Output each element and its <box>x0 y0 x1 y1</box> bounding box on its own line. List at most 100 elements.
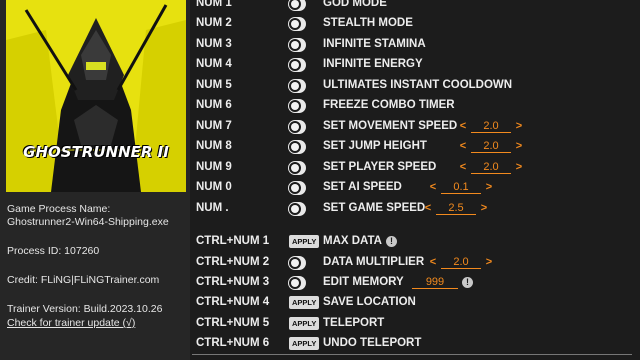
toggle-switch[interactable] <box>288 79 306 93</box>
decrease-arrow[interactable]: < <box>458 120 468 132</box>
cheat-label-text: MAX DATA <box>323 235 382 247</box>
toggle-switch[interactable] <box>288 58 306 72</box>
memory-value-input[interactable]: 999 <box>412 276 458 289</box>
cheat-label: MAX DATA! <box>323 235 397 247</box>
cheat-row: NUM . SET GAME SPEED <2.5 > <box>190 199 640 219</box>
apply-button[interactable]: APPLY <box>289 296 320 309</box>
toggle-switch[interactable] <box>288 256 306 270</box>
value-spinner: <2.0 > <box>458 140 524 153</box>
cheat-row: NUM 2 STEALTH MODE <box>190 14 640 34</box>
hotkey-label: CTRL+NUM 2 <box>196 256 270 268</box>
info-icon[interactable]: ! <box>385 236 397 247</box>
increase-arrow[interactable]: > <box>514 140 524 152</box>
cheat-label: SET GAME SPEED <box>323 202 426 214</box>
cheat-label: SET MOVEMENT SPEED <box>323 120 458 132</box>
toggle-switch[interactable] <box>288 202 306 216</box>
cheat-label: UNDO TELEPORT <box>323 337 421 349</box>
toggle-switch[interactable] <box>288 17 306 31</box>
increase-arrow[interactable]: > <box>484 256 494 268</box>
toggle-switch[interactable] <box>288 120 306 134</box>
cheat-row: NUM 6 FREEZE COMBO TIMER <box>190 96 640 116</box>
credit-text: Credit: FLiNG|FLiNGTrainer.com <box>7 274 160 286</box>
cheat-label: SAVE LOCATION <box>323 296 416 308</box>
apply-button[interactable]: APPLY <box>289 337 320 350</box>
ctrl-cheat-row: CTRL+NUM 3 EDIT MEMORY 999! <box>190 273 640 293</box>
cheat-label: STEALTH MODE <box>323 17 413 29</box>
hotkey-label: NUM . <box>196 202 229 214</box>
increase-arrow[interactable]: > <box>514 120 524 132</box>
memory-value-field: 999! <box>412 276 473 289</box>
toggle-knob <box>291 123 299 131</box>
toggle-switch[interactable] <box>288 276 306 290</box>
toggle-knob <box>291 102 299 110</box>
toggle-knob <box>291 259 299 267</box>
value-input[interactable]: 2.5 <box>436 202 476 215</box>
toggle-switch[interactable] <box>288 0 306 11</box>
hotkey-label: CTRL+NUM 6 <box>196 337 270 349</box>
ctrl-cheat-row: CTRL+NUM 1 APPLY MAX DATA! <box>190 232 640 252</box>
toggle-switch[interactable] <box>288 140 306 154</box>
apply-button[interactable]: APPLY <box>289 235 320 248</box>
decrease-arrow[interactable]: < <box>423 202 433 214</box>
cheat-row: NUM 1 GOD MODE <box>190 0 640 14</box>
toggle-switch[interactable] <box>288 161 306 175</box>
hotkey-label: CTRL+NUM 3 <box>196 276 270 288</box>
value-input[interactable]: 0.1 <box>441 181 481 194</box>
cheat-label: DATA MULTIPLIER <box>323 256 424 268</box>
hotkey-label: NUM 6 <box>196 99 232 111</box>
increase-arrow[interactable]: > <box>479 202 489 214</box>
cheat-row: NUM 7 SET MOVEMENT SPEED <2.0 > <box>190 117 640 137</box>
cheat-label: SET JUMP HEIGHT <box>323 140 427 152</box>
process-name-label: Game Process Name: <box>7 203 111 215</box>
toggle-knob <box>291 82 299 90</box>
decrease-arrow[interactable]: < <box>428 256 438 268</box>
cheat-label: SET PLAYER SPEED <box>323 161 437 173</box>
cheat-row: NUM 4 INFINITE ENERGY <box>190 55 640 75</box>
toggle-switch[interactable] <box>288 38 306 52</box>
left-panel: GHOSTRUNNER II Game Process Name: Ghostr… <box>0 0 190 360</box>
cheat-row: NUM 3 INFINITE STAMINA <box>190 35 640 55</box>
cheat-label: INFINITE ENERGY <box>323 58 423 70</box>
value-input[interactable]: 2.0 <box>471 140 511 153</box>
value-input[interactable]: 2.0 <box>471 120 511 133</box>
toggle-knob <box>291 61 299 69</box>
cheat-label-text: TELEPORT <box>323 317 385 329</box>
value-spinner: <2.0 > <box>458 120 524 133</box>
cheat-label: SET AI SPEED <box>323 181 402 193</box>
hotkey-label: NUM 1 <box>196 0 232 9</box>
value-input[interactable]: 2.0 <box>441 256 481 269</box>
hotkey-label: NUM 7 <box>196 120 232 132</box>
cheat-label-text: SAVE LOCATION <box>323 296 416 308</box>
toggle-switch[interactable] <box>288 99 306 113</box>
toggle-knob <box>291 20 299 28</box>
ctrl-cheat-row: CTRL+NUM 2 DATA MULTIPLIER <2.0 > <box>190 253 640 273</box>
cheat-label: FREEZE COMBO TIMER <box>323 99 455 111</box>
info-icon[interactable]: ! <box>462 277 473 288</box>
process-name-value: Ghostrunner2-Win64-Shipping.exe <box>7 216 169 228</box>
apply-button[interactable]: APPLY <box>289 317 320 330</box>
toggle-knob <box>291 0 299 8</box>
toggle-knob <box>291 205 299 213</box>
increase-arrow[interactable]: > <box>484 181 494 193</box>
hotkey-label: NUM 9 <box>196 161 232 173</box>
game-logo: GHOSTRUNNER II <box>23 143 169 161</box>
hotkey-label: NUM 0 <box>196 181 232 193</box>
cheat-row: NUM 9 SET PLAYER SPEED <2.0 > <box>190 158 640 178</box>
increase-arrow[interactable]: > <box>514 161 524 173</box>
decrease-arrow[interactable]: < <box>428 181 438 193</box>
cheat-row: NUM 8 SET JUMP HEIGHT <2.0 > <box>190 137 640 157</box>
decrease-arrow[interactable]: < <box>458 140 468 152</box>
game-cover-art: GHOSTRUNNER II <box>6 0 186 192</box>
value-input[interactable]: 2.0 <box>471 161 511 174</box>
value-spinner: <2.0 > <box>458 161 524 174</box>
toggle-switch[interactable] <box>288 181 306 195</box>
value-spinner: <2.5 > <box>423 202 489 215</box>
cheat-label-text: DATA MULTIPLIER <box>323 256 425 268</box>
hotkey-label: NUM 4 <box>196 58 232 70</box>
decrease-arrow[interactable]: < <box>458 161 468 173</box>
check-update-link[interactable]: Check for trainer update (√) <box>7 317 135 329</box>
hotkey-label: CTRL+NUM 5 <box>196 317 270 329</box>
toggle-knob <box>291 184 299 192</box>
toggle-knob <box>291 143 299 151</box>
hotkey-label: NUM 5 <box>196 79 232 91</box>
